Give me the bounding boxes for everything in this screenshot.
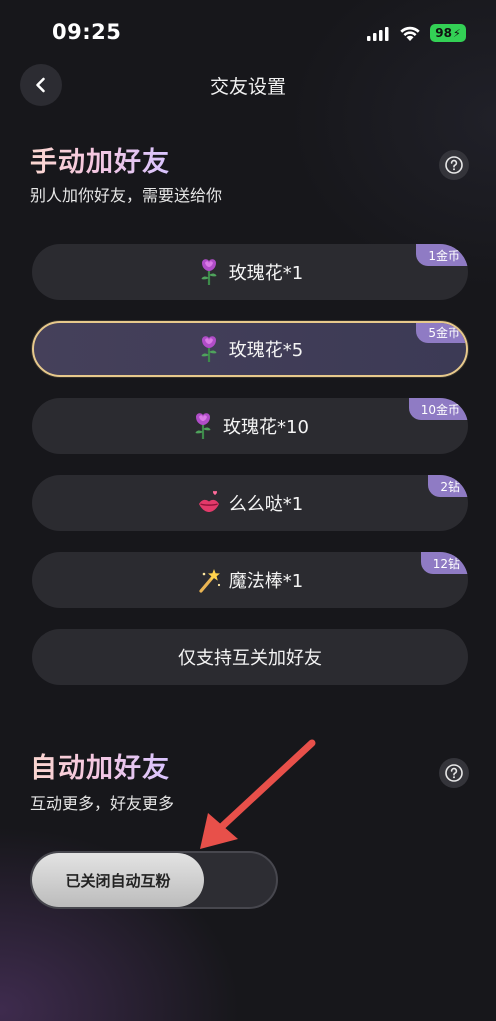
option-rose-5[interactable]: 玫瑰花*5 5金币 (32, 321, 468, 377)
auto-add-subtitle: 互动更多，好友更多 (30, 794, 175, 813)
lips-icon (198, 490, 219, 512)
manual-help-icon[interactable] (439, 150, 469, 180)
magic-wand-icon (199, 569, 220, 593)
manual-add-title: 手动加好友 (30, 140, 170, 179)
cellular-signal-icon (367, 27, 389, 41)
battery-indicator: 98 ⚡ (430, 24, 466, 42)
price-tag: 2钻 (428, 475, 468, 497)
rose-icon (201, 336, 217, 362)
manual-add-subtitle: 别人加你好友，需要送给你 (30, 186, 223, 205)
price-tag: 10金币 (408, 398, 468, 420)
rose-icon (195, 413, 211, 439)
page-title: 交友设置 (209, 76, 286, 98)
price-tag: 5金币 (416, 323, 466, 343)
option-rose-10[interactable]: 玫瑰花*10 10金币 (32, 398, 468, 454)
toggle-label: 已关闭自动互粉 (65, 871, 171, 890)
option-rose-1[interactable]: 玫瑰花*1 1金币 (32, 244, 468, 300)
rose-icon (201, 259, 217, 285)
battery-level: 98 (435, 26, 452, 40)
question-mark-icon (445, 156, 463, 174)
auto-add-title: 自动加好友 (30, 746, 170, 785)
option-label: 么么哒*1 (228, 494, 304, 515)
option-label: 玫瑰花*10 (223, 417, 309, 438)
option-magic-wand-1[interactable]: 魔法棒*1 12钻 (32, 552, 468, 608)
price-tag: 1金币 (416, 244, 468, 266)
wifi-icon (400, 26, 420, 41)
option-mutual-follow-only[interactable]: 仅支持互关加好友 (32, 629, 468, 685)
option-kiss-1[interactable]: 么么哒*1 2钻 (32, 475, 468, 531)
option-label: 玫瑰花*1 (228, 263, 304, 284)
option-label: 仅支持互关加好友 (178, 648, 322, 669)
toggle-knob: 已关闭自动互粉 (32, 853, 204, 907)
status-time: 09:25 (52, 20, 122, 44)
question-mark-icon (445, 764, 463, 782)
price-tag: 12钻 (420, 552, 468, 574)
annotation-arrow-icon (200, 739, 316, 849)
auto-follow-toggle[interactable]: 已关闭自动互粉 (30, 851, 278, 909)
option-label: 魔法棒*1 (228, 571, 304, 592)
charging-bolt-icon: ⚡ (452, 26, 461, 40)
auto-help-icon[interactable] (439, 758, 469, 788)
option-label: 玫瑰花*5 (228, 340, 304, 361)
status-bar: 09:25 98 ⚡ (0, 0, 496, 64)
